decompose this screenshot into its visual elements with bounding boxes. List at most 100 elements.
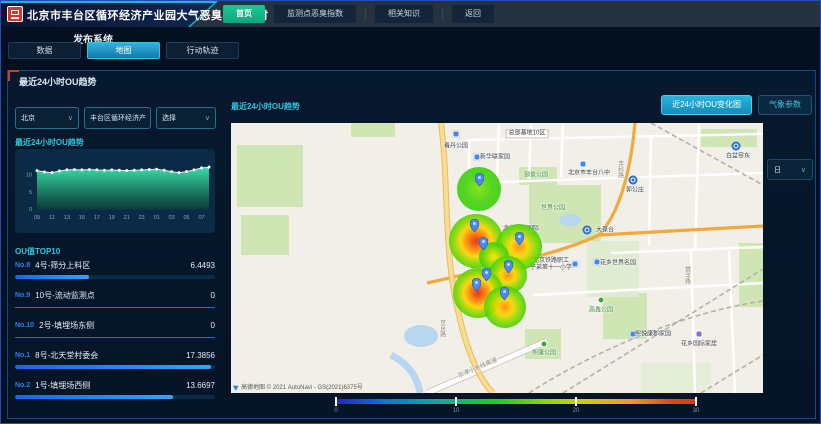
list-item-bar-fill: [15, 365, 211, 369]
map-label: 总部基地10区: [506, 129, 549, 138]
list-item-bar: [15, 365, 215, 369]
list-item-line: No.21号-填埋场西侧13.6697: [15, 379, 215, 391]
list-item-rank: No.8: [15, 262, 30, 269]
map-button-1[interactable]: 近24小时OU变化图: [661, 95, 752, 115]
list-item[interactable]: No.910号-流动监测点0: [15, 289, 215, 319]
publish-tab-3[interactable]: 行动轨迹: [166, 42, 239, 59]
list-item-rank: No.10: [15, 322, 34, 329]
list-item-line: No.18号-北天堂村委会17.3856: [15, 349, 215, 361]
svg-text:13: 13: [64, 215, 70, 221]
panel-title: 最近24小时OU趋势: [19, 75, 97, 88]
metro-icon: [629, 176, 638, 185]
map-label: 大葆台: [596, 227, 614, 234]
map-label: 新华联家园: [480, 154, 510, 161]
list-item[interactable]: No.10 2号-填埋场东侧0: [15, 319, 215, 349]
list-item-zero-line: [15, 307, 215, 308]
map-label: 高鑫公园: [589, 307, 613, 314]
map-attribution: 高德地图 © 2021 AutoNavi - GS(2021)6375号: [234, 382, 363, 391]
nav-tab-1[interactable]: 首页: [223, 5, 265, 23]
map-label: 御景公园: [524, 172, 548, 179]
nav-separator: [442, 9, 443, 20]
top-header: 北京市丰台区循环经济产业园大气恶臭状况实时 首页监测点恶臭指数相关知识返回: [1, 1, 820, 27]
dashboard-root: 北京市丰台区循环经济产业园大气恶臭状况实时 首页监测点恶臭指数相关知识返回 发布…: [0, 0, 821, 424]
chevron-down-icon: ∨: [801, 166, 806, 174]
svg-text:10: 10: [26, 173, 32, 179]
svg-text:03: 03: [169, 215, 175, 221]
trend-chart-svg: 0510 091113151719212301030507: [15, 149, 215, 233]
filter-select-1[interactable]: 北京∨: [15, 107, 79, 129]
list-item-zero-line: [15, 337, 215, 338]
map-label: 京良路: [437, 319, 444, 337]
filter-select-3[interactable]: 选择∨: [156, 107, 216, 129]
leaf-icon: [598, 297, 605, 304]
map-attribution-text: 高德地图 © 2021 AutoNavi - GS(2021)6375号: [241, 382, 363, 391]
svg-text:19: 19: [109, 215, 115, 221]
time-range-select[interactable]: 日 ∨: [767, 159, 813, 180]
list-item-line: No.910号-流动监测点0: [15, 289, 215, 301]
nav-tab-4[interactable]: 返回: [452, 5, 494, 23]
list-item-value: 0: [211, 321, 215, 330]
scale-tick-mark: [335, 397, 337, 406]
nav-tab-2[interactable]: 监测点恶臭指数: [274, 5, 356, 23]
map-canvas[interactable]: 看丹公园总部基地10区新华联家园御景公园北京市丰台八中郭公庄白盆窑东世界公园大葆…: [231, 123, 763, 393]
list-item-bar-fill: [15, 395, 173, 399]
map-label: 丰科路: [615, 160, 622, 178]
map-button-2[interactable]: 气象参数: [758, 95, 812, 115]
svg-text:01: 01: [154, 215, 160, 221]
filter-select-2[interactable]: 丰台区循环经济产∨: [84, 107, 151, 129]
list-item-line: No.10 2号-填埋场东侧0: [15, 319, 215, 331]
list-item-name: 4号-筛分上料区: [35, 260, 190, 271]
list-item-value: 6.4493: [191, 261, 215, 270]
chevron-down-icon: ∨: [68, 114, 73, 122]
list-item[interactable]: No.21号-填埋场西侧13.6697: [15, 379, 215, 409]
filter-select-value: 丰台区循环经济产: [90, 113, 146, 123]
list-item[interactable]: No.18号-北天堂村委会17.3856: [15, 349, 215, 379]
poi-icon: [572, 261, 579, 268]
map-label: 樊羊路: [682, 266, 689, 284]
metro-icon: [583, 226, 592, 235]
map-pin-icon[interactable]: [482, 268, 491, 286]
ou-color-gradient: [336, 399, 696, 404]
svg-text:07: 07: [198, 215, 204, 221]
svg-text:09: 09: [34, 215, 40, 221]
map-label: 花乡国际家居: [681, 341, 717, 348]
map-label: 看丹公园: [444, 143, 468, 150]
panel-corner-accent: [8, 70, 10, 81]
school-icon: [580, 161, 587, 168]
chevron-down-icon: ∨: [205, 114, 210, 122]
list-item-bar: [15, 395, 215, 399]
list-item-name: 2号-填埋场东侧: [39, 320, 210, 331]
map-pin-icon[interactable]: [504, 260, 513, 278]
filter-row: 北京∨丰台区循环经济产∨选择∨: [15, 107, 216, 129]
nav-separator: [365, 9, 366, 20]
list-item[interactable]: No.8 4号-筛分上料区6.4493: [15, 259, 215, 289]
trend-chart: 0510 091113151719212301030507: [15, 149, 215, 233]
map-pin-icon[interactable]: [470, 219, 479, 237]
map-pin-icon[interactable]: [472, 278, 481, 296]
svg-text:05: 05: [184, 215, 190, 221]
map-pin-icon[interactable]: [475, 173, 484, 191]
list-item-value: 17.3856: [186, 351, 215, 360]
list-item-name: 8号-北天堂村委会: [35, 350, 186, 361]
ou-color-scale: 0102030: [336, 397, 696, 415]
publish-tab-1[interactable]: 数据: [8, 42, 81, 59]
map-pin-icon[interactable]: [479, 237, 488, 255]
list-item-rank: No.2: [15, 382, 30, 389]
svg-text:11: 11: [49, 215, 55, 221]
map-label: 世界公园: [541, 205, 565, 212]
leaf-icon: [541, 341, 548, 348]
svg-text:23: 23: [139, 215, 145, 221]
chevron-down-icon: ∨: [149, 114, 151, 122]
list-item-rank: No.9: [15, 292, 30, 299]
map-pin-icon[interactable]: [500, 287, 509, 305]
list-item-line: No.8 4号-筛分上料区6.4493: [15, 259, 215, 271]
map-label: 白盆窑东: [726, 153, 750, 160]
home-icon: [696, 331, 703, 338]
list-item-value: 13.6697: [186, 381, 215, 390]
ou-top10-title: OU值TOP10: [15, 246, 60, 257]
map-pin-icon[interactable]: [515, 232, 524, 250]
nav-tab-3[interactable]: 相关知识: [375, 5, 433, 23]
scale-tick-mark: [695, 397, 697, 406]
publish-tab-2[interactable]: 地图: [87, 42, 160, 59]
map-label: 花乡世界名园: [600, 260, 636, 267]
